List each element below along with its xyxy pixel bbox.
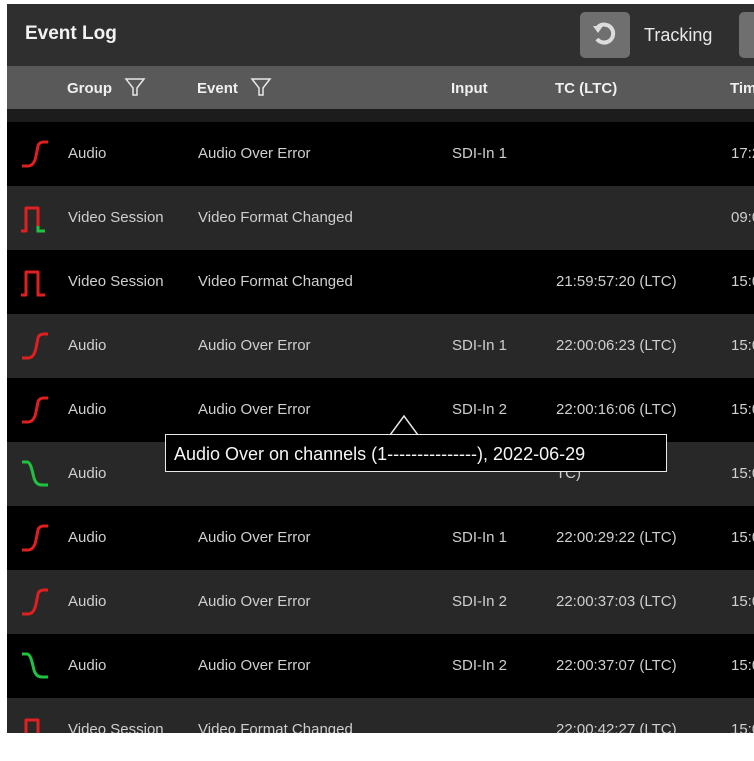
event-log-panel: Event Log Tracking Group Event Input TC … bbox=[7, 4, 754, 733]
pulse-icon bbox=[21, 206, 45, 233]
column-header-input[interactable]: Input bbox=[451, 80, 488, 97]
group-filter-icon[interactable] bbox=[124, 76, 146, 98]
tracking-button[interactable] bbox=[580, 12, 630, 58]
column-header-tc[interactable]: TC (LTC) bbox=[555, 80, 617, 97]
event-row[interactable]: Audio Audio Over Error SDI-In 1 17:2 bbox=[7, 122, 754, 186]
falling-edge-icon bbox=[22, 652, 48, 679]
group-cell: Audio bbox=[68, 529, 107, 546]
time-cell: 15:0 bbox=[731, 401, 754, 418]
falling-edge-icon bbox=[22, 460, 48, 487]
tc-cell: 22:00:16:06 (LTC) bbox=[556, 401, 677, 418]
event-cell: Video Format Changed bbox=[198, 273, 353, 290]
toolbar-button-partial[interactable] bbox=[739, 12, 754, 58]
input-cell: SDI-In 1 bbox=[452, 529, 508, 546]
event-cell: Audio Over Error bbox=[198, 657, 311, 674]
tc-cell: 22:00:29:22 (LTC) bbox=[556, 529, 677, 546]
tc-cell: 22:00:37:03 (LTC) bbox=[556, 593, 677, 610]
group-cell: Video Session bbox=[68, 721, 164, 733]
group-cell: Video Session bbox=[68, 273, 164, 290]
header-separator bbox=[7, 109, 754, 122]
time-cell: 15:0 bbox=[731, 465, 754, 482]
time-cell: 15:0 bbox=[731, 529, 754, 546]
event-cell: Audio Over Error bbox=[198, 401, 311, 418]
title-bar: Event Log Tracking bbox=[7, 4, 754, 66]
group-cell: Audio bbox=[68, 401, 107, 418]
rising-edge-icon bbox=[22, 140, 48, 168]
column-header-time[interactable]: Tim bbox=[730, 80, 754, 97]
event-cell: Audio Over Error bbox=[198, 337, 311, 354]
event-row[interactable]: Video Session Video Format Changed 09:0 bbox=[7, 186, 754, 250]
group-cell: Audio bbox=[68, 657, 107, 674]
input-cell: SDI-In 2 bbox=[452, 593, 508, 610]
input-cell: SDI-In 2 bbox=[452, 401, 508, 418]
event-filter-icon[interactable] bbox=[250, 76, 272, 98]
time-cell: 15:0 bbox=[731, 337, 754, 354]
event-cell: Video Format Changed bbox=[198, 721, 353, 733]
time-cell: 09:0 bbox=[731, 209, 754, 226]
event-cell: Audio Over Error bbox=[198, 145, 311, 162]
input-cell: SDI-In 1 bbox=[452, 337, 508, 354]
rising-edge-icon bbox=[22, 332, 48, 360]
tc-cell: 22:00:06:23 (LTC) bbox=[556, 337, 677, 354]
group-cell: Audio bbox=[68, 145, 107, 162]
time-cell: 17:2 bbox=[731, 145, 754, 162]
rising-edge-icon bbox=[22, 396, 48, 424]
time-cell: 15:0 bbox=[731, 273, 754, 290]
input-cell: SDI-In 1 bbox=[452, 145, 508, 162]
event-cell: Video Format Changed bbox=[198, 209, 353, 226]
rising-edge-icon bbox=[22, 588, 48, 616]
group-cell: Audio bbox=[68, 337, 107, 354]
column-header-row: Group Event Input TC (LTC) Tim bbox=[7, 66, 754, 109]
tc-cell: 21:59:57:20 (LTC) bbox=[556, 273, 677, 290]
rising-edge-icon bbox=[22, 524, 48, 552]
event-cell: Audio Over Error bbox=[198, 529, 311, 546]
group-cell: Video Session bbox=[68, 209, 164, 226]
tracking-label: Tracking bbox=[644, 25, 713, 45]
tooltip-pointer bbox=[390, 414, 418, 436]
event-tooltip: Audio Over on channels (1---------------… bbox=[165, 434, 667, 472]
time-cell: 15:0 bbox=[731, 593, 754, 610]
tooltip-text: Audio Over on channels (1---------------… bbox=[174, 444, 586, 464]
event-row[interactable]: Audio Audio Over Error SDI-In 1 22:00:29:22… bbox=[7, 506, 754, 570]
time-cell: 15:0 bbox=[731, 721, 754, 733]
input-cell: SDI-In 2 bbox=[452, 657, 508, 674]
time-cell: 15:0 bbox=[731, 657, 754, 674]
tc-cell: 22:00:42:27 (LTC) bbox=[556, 721, 677, 733]
pulse-icon bbox=[21, 270, 45, 297]
event-row[interactable]: Audio Audio Over Error SDI-In 1 22:00:06:23… bbox=[7, 314, 754, 378]
refresh-icon bbox=[593, 22, 616, 45]
panel-title: Event Log bbox=[25, 23, 117, 44]
event-row[interactable]: Video Session Video Format Changed 21:59:5… bbox=[7, 250, 754, 314]
group-cell: Audio bbox=[68, 465, 107, 482]
event-row[interactable]: Audio Audio Over Error SDI-In 2 22:00:37:03… bbox=[7, 570, 754, 634]
group-cell: Audio bbox=[68, 593, 107, 610]
pulse-icon bbox=[24, 718, 40, 733]
column-header-group[interactable]: Group bbox=[67, 80, 112, 97]
tc-cell: 22:00:37:07 (LTC) bbox=[556, 657, 677, 674]
column-header-event[interactable]: Event bbox=[197, 80, 238, 97]
event-row[interactable]: Audio Audio Over Error SDI-In 2 22:00:16:06… bbox=[7, 378, 754, 442]
event-cell: Audio Over Error bbox=[198, 593, 311, 610]
event-row[interactable]: Audio Audio Over Error SDI-In 2 22:00:37:07… bbox=[7, 634, 754, 698]
event-row[interactable]: Video Session Video Format Changed 22:00:4… bbox=[7, 698, 754, 733]
